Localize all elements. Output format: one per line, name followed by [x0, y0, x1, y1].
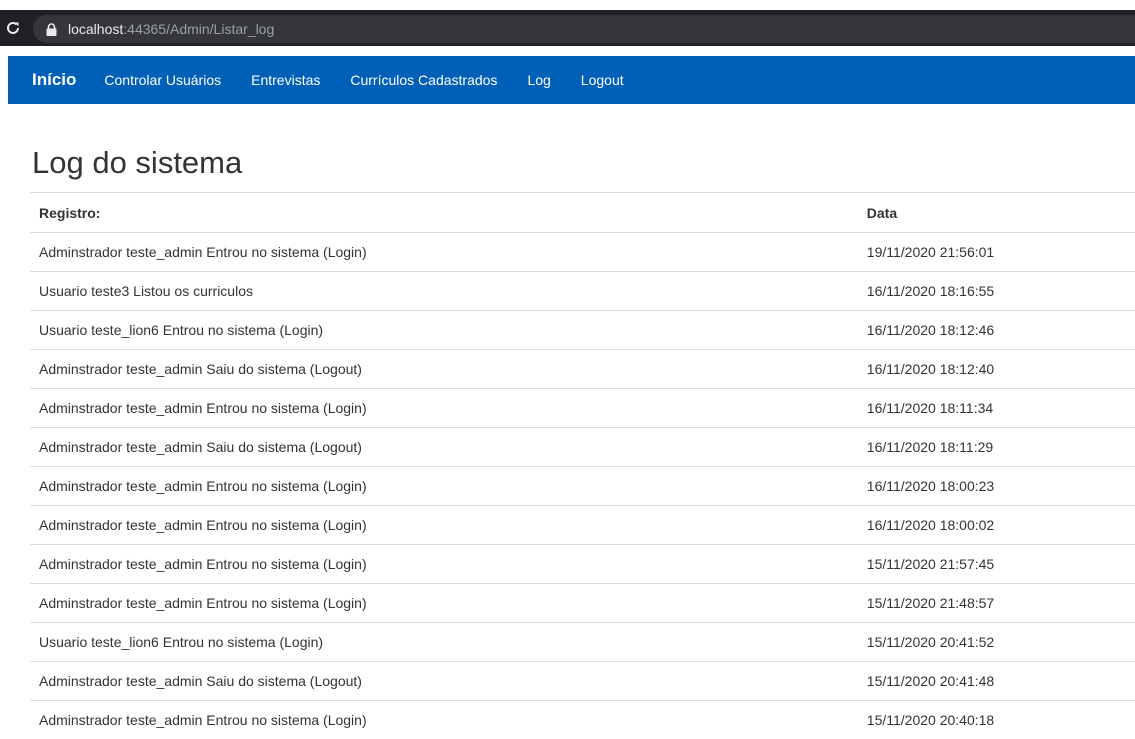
log-entry-data: 16/11/2020 18:00:23: [858, 467, 1135, 506]
url-path: :44365/Admin/Listar_log: [123, 21, 274, 37]
table-row: Adminstrador teste_admin Entrou no siste…: [30, 467, 1135, 506]
table-row: Adminstrador teste_admin Entrou no siste…: [30, 233, 1135, 272]
log-entry-registro: Adminstrador teste_admin Entrou no siste…: [30, 233, 858, 272]
log-entry-registro: Adminstrador teste_admin Entrou no siste…: [30, 506, 858, 545]
table-row: Adminstrador teste_admin Entrou no siste…: [30, 389, 1135, 428]
log-entry-registro: Usuario teste_lion6 Entrou no sistema (L…: [30, 311, 858, 350]
reload-icon[interactable]: [2, 17, 24, 39]
log-entry-data: 16/11/2020 18:11:29: [858, 428, 1135, 467]
column-header-registro: Registro:: [30, 193, 858, 233]
log-entry-data: 16/11/2020 18:12:40: [858, 350, 1135, 389]
log-entry-data: 16/11/2020 18:11:34: [858, 389, 1135, 428]
log-entry-registro: Adminstrador teste_admin Entrou no siste…: [30, 545, 858, 584]
nav-link-controlar-usuarios[interactable]: Controlar Usuários: [104, 56, 221, 104]
log-entry-registro: Usuario teste_lion6 Entrou no sistema (L…: [30, 623, 858, 662]
table-row: Adminstrador teste_admin Saiu do sistema…: [30, 350, 1135, 389]
table-row: Usuario teste3 Listou os curriculos16/11…: [30, 272, 1135, 311]
address-bar[interactable]: localhost:44365/Admin/Listar_log: [33, 15, 1135, 43]
log-entry-registro: Adminstrador teste_admin Saiu do sistema…: [30, 428, 858, 467]
table-row: Adminstrador teste_admin Saiu do sistema…: [30, 428, 1135, 467]
column-header-data: Data: [858, 193, 1135, 233]
table-header-row: Registro: Data: [30, 193, 1135, 233]
log-entry-data: 15/11/2020 20:41:52: [858, 623, 1135, 662]
log-entry-data: 16/11/2020 18:00:02: [858, 506, 1135, 545]
log-entry-data: 15/11/2020 20:40:18: [858, 701, 1135, 739]
table-row: Adminstrador teste_admin Saiu do sistema…: [30, 662, 1135, 701]
log-entry-registro: Adminstrador teste_admin Entrou no siste…: [30, 584, 858, 623]
nav-link-curriculos-cadastrados[interactable]: Currículos Cadastrados: [350, 56, 497, 104]
nav-link-log[interactable]: Log: [527, 56, 550, 104]
log-entry-data: 15/11/2020 20:41:48: [858, 662, 1135, 701]
nav-brand-inicio[interactable]: Início: [32, 56, 76, 104]
table-row: Usuario teste_lion6 Entrou no sistema (L…: [30, 311, 1135, 350]
log-table-header: Registro: Data: [30, 193, 1135, 233]
log-entry-registro: Adminstrador teste_admin Entrou no siste…: [30, 389, 858, 428]
nav-link-entrevistas[interactable]: Entrevistas: [251, 56, 320, 104]
log-entry-registro: Adminstrador teste_admin Entrou no siste…: [30, 467, 858, 506]
log-entry-registro: Adminstrador teste_admin Saiu do sistema…: [30, 662, 858, 701]
log-entry-registro: Usuario teste3 Listou os curriculos: [30, 272, 858, 311]
log-entry-registro: Adminstrador teste_admin Saiu do sistema…: [30, 350, 858, 389]
table-row: Adminstrador teste_admin Entrou no siste…: [30, 584, 1135, 623]
log-entry-data: 16/11/2020 18:12:46: [858, 311, 1135, 350]
table-row: Adminstrador teste_admin Entrou no siste…: [30, 506, 1135, 545]
log-entry-data: 15/11/2020 21:57:45: [858, 545, 1135, 584]
lock-icon: [45, 22, 57, 36]
log-table: Registro: Data Adminstrador teste_admin …: [30, 192, 1135, 739]
log-entry-data: 19/11/2020 21:56:01: [858, 233, 1135, 272]
nav-link-logout[interactable]: Logout: [581, 56, 624, 104]
table-row: Usuario teste_lion6 Entrou no sistema (L…: [30, 623, 1135, 662]
main-navbar: Início Controlar Usuários Entrevistas Cu…: [8, 56, 1135, 104]
log-entry-data: 16/11/2020 18:16:55: [858, 272, 1135, 311]
log-table-body: Adminstrador teste_admin Entrou no siste…: [30, 233, 1135, 739]
url-host: localhost: [68, 21, 123, 37]
table-row: Adminstrador teste_admin Entrou no siste…: [30, 701, 1135, 739]
browser-toolbar: localhost:44365/Admin/Listar_log: [0, 0, 1135, 46]
address-bar-url: localhost:44365/Admin/Listar_log: [68, 15, 274, 43]
log-entry-registro: Adminstrador teste_admin Entrou no siste…: [30, 701, 858, 739]
log-entry-data: 15/11/2020 21:48:57: [858, 584, 1135, 623]
page-title: Log do sistema: [32, 143, 242, 183]
table-row: Adminstrador teste_admin Entrou no siste…: [30, 545, 1135, 584]
